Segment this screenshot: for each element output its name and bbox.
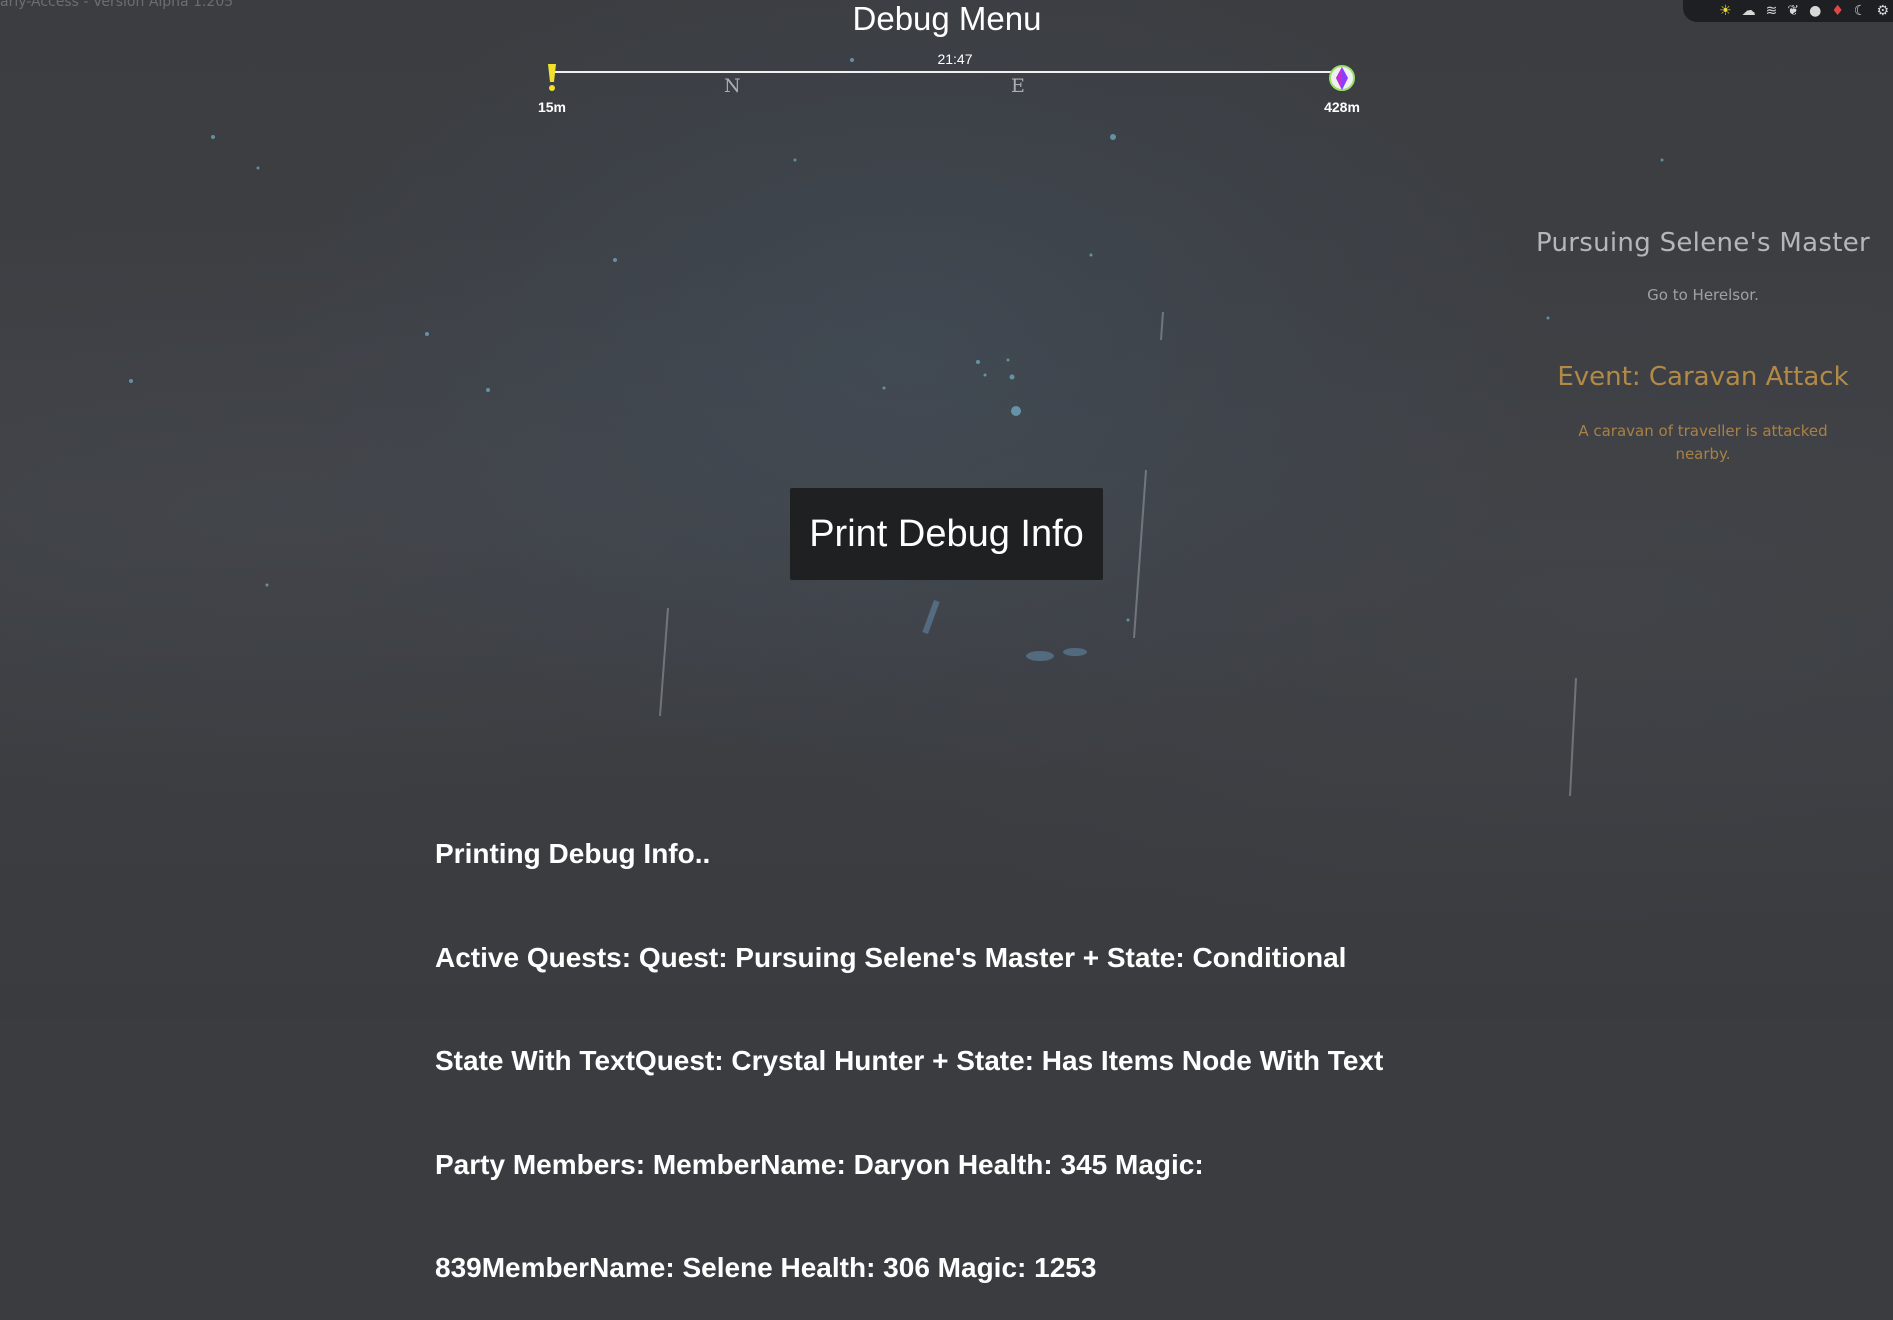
cloud-icon: ☁ [1741, 3, 1756, 19]
exclamation-quest-icon [545, 64, 559, 98]
debug-output-line: Party Members: MemberName: Daryon Health… [435, 1148, 1204, 1180]
quest-marker-distance: 15m [537, 99, 567, 115]
debug-output-line: Printing Debug Info.. [435, 838, 711, 869]
crystal-waypoint-icon [1329, 64, 1355, 98]
debug-output-line: State With TextQuest: Crystal Hunter + S… [435, 1045, 1384, 1076]
event-description: A caravan of traveller is attacked nearb… [1578, 422, 1828, 463]
settings-icon: ⚙ [1876, 3, 1889, 19]
debug-output-log: Printing Debug Info.. Active Quests: Que… [435, 768, 1515, 1320]
compass-direction-north: N [724, 75, 741, 97]
quest-title: Pursuing Selene's Master [1535, 228, 1871, 258]
debug-menu-title: Debug Menu [852, 0, 1042, 37]
moon-icon: ☾ [1853, 3, 1867, 19]
quest-tracker: Pursuing Selene's Master Go to Herelsor.… [1513, 228, 1893, 466]
compass-line [552, 71, 1340, 73]
drop-icon: ● [1809, 3, 1822, 19]
sun-icon: ☀ [1719, 3, 1732, 19]
compass-direction-east: E [1011, 75, 1025, 97]
hud-status-icons: ☀ ☁ ≋ ❦ ● ♦ ☾ ⚙ [1683, 0, 1893, 22]
waypoint-marker-distance: 428m [1324, 99, 1360, 115]
event-title: Event: Caravan Attack [1557, 362, 1849, 392]
quest-description: Go to Herelsor. [1647, 286, 1759, 304]
compass-bar: 21:47 N E 15m 428m [538, 48, 1360, 118]
debug-output-line: 839MemberName: Selene Health: 306 Magic:… [435, 1252, 1097, 1283]
debug-output-line: Active Quests: Quest: Pursuing Selene's … [435, 941, 1347, 973]
fire-icon: ♦ [1831, 3, 1844, 19]
leaf-icon: ❦ [1787, 3, 1800, 19]
print-debug-info-button[interactable]: Print Debug Info [790, 488, 1103, 580]
compass-time: 21:47 [937, 51, 973, 67]
wind-icon: ≋ [1765, 3, 1778, 19]
version-label: arly-Access - Version Alpha 1.205 [0, 0, 234, 10]
